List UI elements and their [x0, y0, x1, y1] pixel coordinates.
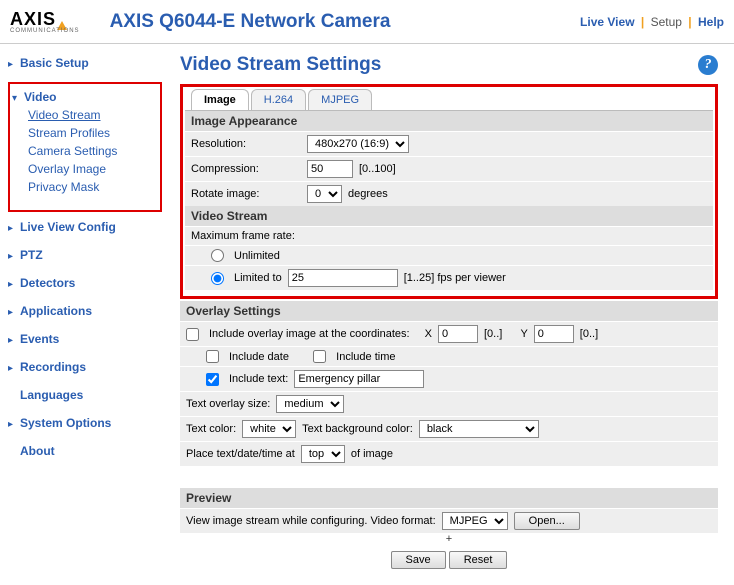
caret-right-icon: ▸: [8, 307, 16, 318]
label-rotate: Rotate image:: [191, 188, 301, 200]
page-product-title: AXIS Q6044-E Network Camera: [110, 11, 580, 33]
compression-range: [0..100]: [359, 163, 396, 175]
fps-range: [1..25] fps per viewer: [404, 272, 506, 284]
tab-image[interactable]: Image: [191, 89, 249, 110]
rotate-select[interactable]: 0: [307, 185, 342, 203]
tab-mjpeg[interactable]: MJPEG: [308, 89, 372, 110]
check-include-overlay[interactable]: [186, 328, 199, 341]
sidebar-camera-settings[interactable]: Camera Settings: [28, 144, 117, 158]
resolution-select[interactable]: 480x270 (16:9): [307, 135, 409, 153]
label-compression: Compression:: [191, 163, 301, 175]
save-button[interactable]: Save: [391, 551, 446, 569]
sidebar-video[interactable]: Video: [24, 90, 56, 104]
logo-subtext: COMMUNICATIONS: [10, 28, 80, 34]
caret-right-icon: ▸: [8, 335, 16, 346]
sidebar-applications[interactable]: Applications: [20, 304, 92, 318]
radio-limited[interactable]: [211, 272, 224, 285]
label-x: X: [425, 328, 432, 340]
caret-right-icon: ▸: [8, 419, 16, 430]
sidebar-privacy-mask[interactable]: Privacy Mask: [28, 180, 99, 194]
label-max-fps: Maximum frame rate:: [191, 230, 295, 242]
overlay-y-input[interactable]: [534, 325, 574, 343]
sidebar-stream-profiles[interactable]: Stream Profiles: [28, 126, 110, 140]
nav-setup: Setup: [651, 15, 682, 29]
logo-text: AXIS: [10, 9, 56, 30]
label-limited: Limited to: [234, 272, 282, 284]
label-text-bg: Text background color:: [302, 423, 413, 435]
caret-right-icon: ▸: [8, 363, 16, 374]
check-include-date[interactable]: [206, 350, 219, 363]
sidebar-system-options[interactable]: System Options: [20, 416, 111, 430]
label-include-overlay: Include overlay image at the coordinates…: [209, 328, 410, 340]
overlay-x-input[interactable]: [438, 325, 478, 343]
sidebar-basic-setup[interactable]: Basic Setup: [20, 56, 89, 70]
text-bg-select[interactable]: black: [419, 420, 539, 438]
text-size-select[interactable]: medium: [276, 395, 344, 413]
label-of-image: of image: [351, 448, 393, 460]
sidebar-overlay-image[interactable]: Overlay Image: [28, 162, 106, 176]
tab-h264[interactable]: H.264: [251, 89, 306, 110]
sidebar-liveview-config[interactable]: Live View Config: [20, 220, 116, 234]
sidebar: ▸ Basic Setup ▾ Video Video Stream Stream …: [0, 44, 170, 581]
label-preview-text: View image stream while configuring. Vid…: [186, 515, 436, 527]
sidebar-highlight-box: ▾ Video Video Stream Stream Profiles Came…: [8, 82, 162, 212]
label-resolution: Resolution:: [191, 138, 301, 150]
caret-right-icon: ▸: [8, 223, 16, 234]
label-y: Y: [520, 328, 527, 340]
help-icon[interactable]: ?: [698, 55, 718, 75]
place-select[interactable]: top: [301, 445, 345, 463]
open-button[interactable]: Open...: [514, 512, 580, 530]
reset-button[interactable]: Reset: [449, 551, 508, 569]
range-x: [0..]: [484, 328, 502, 340]
blank-icon: [8, 447, 16, 458]
nav-help[interactable]: Help: [698, 15, 724, 29]
nav-liveview[interactable]: Live View: [580, 15, 634, 29]
video-format-select[interactable]: MJPEG: [442, 512, 508, 530]
expand-icon[interactable]: +: [180, 533, 718, 545]
caret-right-icon: ▸: [8, 251, 16, 262]
label-unlimited: Unlimited: [234, 250, 280, 262]
check-include-time[interactable]: [313, 350, 326, 363]
sidebar-events[interactable]: Events: [20, 332, 59, 346]
settings-highlight-box: Image H.264 MJPEG Image Appearance Resol…: [180, 84, 718, 299]
fps-input[interactable]: [288, 269, 398, 287]
section-preview: Preview: [180, 488, 718, 508]
label-place: Place text/date/time at: [186, 448, 295, 460]
check-include-text[interactable]: [206, 373, 219, 386]
label-include-date: Include date: [229, 351, 289, 363]
radio-unlimited[interactable]: [211, 249, 224, 262]
label-text-size: Text overlay size:: [186, 398, 270, 410]
label-degrees: degrees: [348, 188, 388, 200]
sidebar-languages[interactable]: Languages: [20, 388, 83, 402]
sidebar-ptz[interactable]: PTZ: [20, 248, 43, 262]
compression-input[interactable]: [307, 160, 353, 178]
label-include-text: Include text:: [229, 373, 288, 385]
sidebar-video-stream[interactable]: Video Stream: [28, 108, 101, 122]
caret-down-icon: ▾: [12, 93, 20, 104]
logo: AXIS COMMUNICATIONS: [10, 9, 80, 34]
section-video-stream: Video Stream: [185, 206, 713, 226]
overlay-text-input[interactable]: [294, 370, 424, 388]
top-nav: Live View | Setup | Help: [580, 15, 724, 29]
label-text-color: Text color:: [186, 423, 236, 435]
page-title: Video Stream Settings: [180, 54, 381, 76]
text-color-select[interactable]: white: [242, 420, 296, 438]
section-image-appearance: Image Appearance: [185, 111, 713, 131]
blank-icon: [8, 391, 16, 402]
caret-right-icon: ▸: [8, 279, 16, 290]
sidebar-recordings[interactable]: Recordings: [20, 360, 86, 374]
label-include-time: Include time: [336, 351, 395, 363]
sidebar-detectors[interactable]: Detectors: [20, 276, 75, 290]
range-y: [0..]: [580, 328, 598, 340]
caret-right-icon: ▸: [8, 59, 16, 70]
sidebar-about[interactable]: About: [20, 444, 55, 458]
section-overlay-settings: Overlay Settings: [180, 301, 718, 321]
